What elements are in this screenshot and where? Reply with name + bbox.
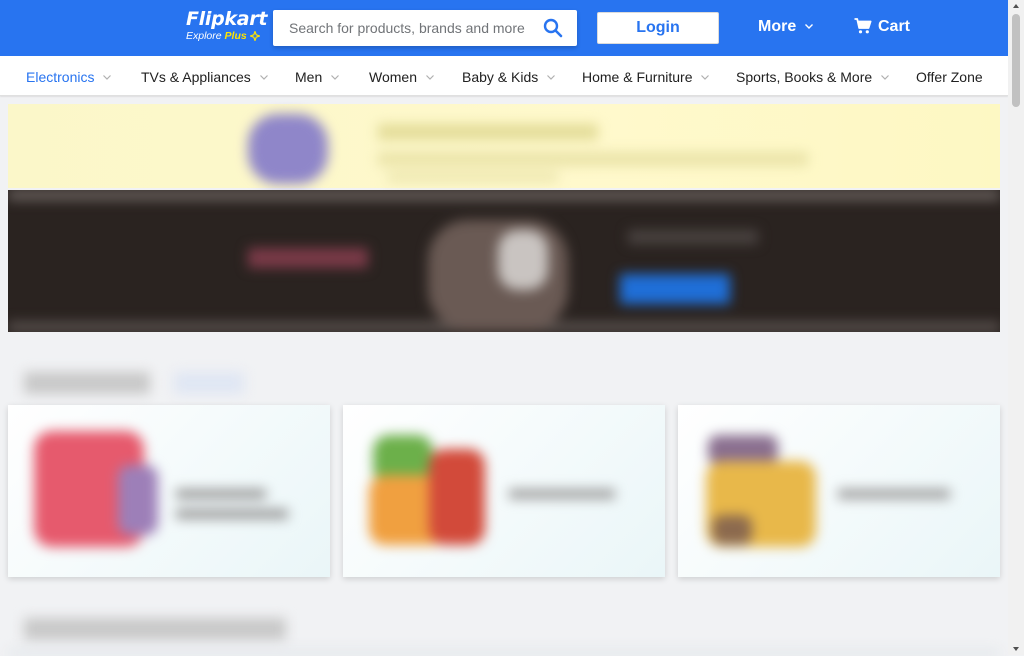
- section-heading: [24, 612, 304, 652]
- scrollbar-thumb[interactable]: [1012, 14, 1020, 107]
- cart-icon: [854, 18, 872, 34]
- section-title-placeholder: [24, 618, 286, 640]
- section-heading: [24, 368, 264, 408]
- chevron-down-icon: [547, 75, 556, 80]
- plus-icon: [248, 29, 261, 43]
- category-label: Offer Zone: [916, 69, 983, 85]
- category-offer-zone[interactable]: Offer Zone: [916, 68, 983, 86]
- product-text: [176, 509, 288, 519]
- product-card[interactable]: [343, 405, 665, 577]
- category-women[interactable]: Women: [369, 68, 434, 86]
- product-card-content: [343, 405, 665, 577]
- search-button[interactable]: [543, 18, 563, 38]
- promo-banner-top[interactable]: [8, 104, 1000, 188]
- logo-plus-text: Plus: [224, 30, 247, 42]
- section-link-placeholder: [174, 372, 244, 394]
- logo-subtitle: Explore Plus: [186, 29, 267, 43]
- promo-banner-text: [388, 172, 558, 182]
- login-button[interactable]: Login: [597, 12, 719, 44]
- banner-image: [498, 230, 548, 290]
- category-tvs-appliances[interactable]: TVs & Appliances: [141, 68, 268, 86]
- category-sports-books-more[interactable]: Sports, Books & More: [736, 68, 889, 86]
- promo-banner-text: [378, 152, 808, 166]
- scroll-up-arrow-icon[interactable]: [1012, 2, 1020, 10]
- cart-button[interactable]: Cart: [854, 17, 910, 37]
- category-label: Home & Furniture: [582, 69, 693, 85]
- search-box: [273, 10, 577, 46]
- category-label: Men: [295, 69, 323, 85]
- product-text: [509, 489, 615, 499]
- product-card[interactable]: [8, 405, 330, 577]
- next-row-placeholder: [8, 650, 1000, 656]
- product-card-content: [678, 405, 1000, 577]
- chevron-down-icon: [103, 75, 112, 80]
- section-title-placeholder: [24, 372, 150, 394]
- logo-explore-text: Explore: [186, 30, 222, 42]
- cart-label: Cart: [878, 18, 911, 35]
- next-row-strip: [8, 648, 1000, 656]
- banner-cta: [620, 274, 730, 304]
- scroll-down-arrow-icon[interactable]: [1012, 645, 1020, 653]
- search-input[interactable]: [289, 19, 539, 37]
- chevron-down-icon: [701, 75, 710, 80]
- category-home-furniture[interactable]: Home & Furniture: [582, 68, 710, 86]
- product-card[interactable]: [678, 405, 1000, 577]
- promo-banner-dark[interactable]: [8, 190, 1000, 332]
- category-label: Baby & Kids: [462, 69, 539, 85]
- category-nav: Electronics TVs & Appliances Men Women B…: [0, 56, 1008, 96]
- category-label: TVs & Appliances: [141, 69, 251, 85]
- promo-banner-image: [248, 114, 328, 184]
- category-men[interactable]: Men: [295, 68, 340, 86]
- page-scrollbar[interactable]: [1008, 0, 1024, 655]
- product-image: [712, 515, 752, 545]
- product-text: [838, 489, 950, 499]
- banner-edge: [8, 190, 1000, 200]
- promo-banner-top-content: [8, 104, 1000, 188]
- category-label: Sports, Books & More: [736, 69, 873, 85]
- product-card-content: [8, 405, 330, 577]
- more-label: More: [758, 18, 797, 35]
- more-menu[interactable]: More: [758, 17, 813, 37]
- category-electronics[interactable]: Electronics: [26, 68, 112, 86]
- chevron-down-icon: [804, 24, 813, 29]
- banner-text: [628, 230, 758, 244]
- chevron-down-icon: [881, 75, 889, 80]
- product-image: [429, 449, 485, 545]
- search-icon: [543, 18, 563, 38]
- chevron-down-icon: [331, 75, 340, 80]
- category-label: Women: [369, 69, 417, 85]
- chevron-down-icon: [259, 75, 268, 80]
- category-baby-kids[interactable]: Baby & Kids: [462, 68, 556, 86]
- product-image: [118, 465, 158, 535]
- promo-banner-dark-content: [8, 190, 1000, 332]
- product-text: [176, 489, 266, 499]
- top-header: Flipkart Explore Plus Login More: [0, 0, 1008, 56]
- logo-text: Flipkart: [186, 8, 268, 30]
- category-label: Electronics: [26, 69, 95, 85]
- flipkart-logo[interactable]: Flipkart Explore Plus: [186, 8, 268, 43]
- banner-logo: [248, 248, 368, 268]
- chevron-down-icon: [425, 75, 434, 80]
- promo-banner-text: [378, 124, 598, 140]
